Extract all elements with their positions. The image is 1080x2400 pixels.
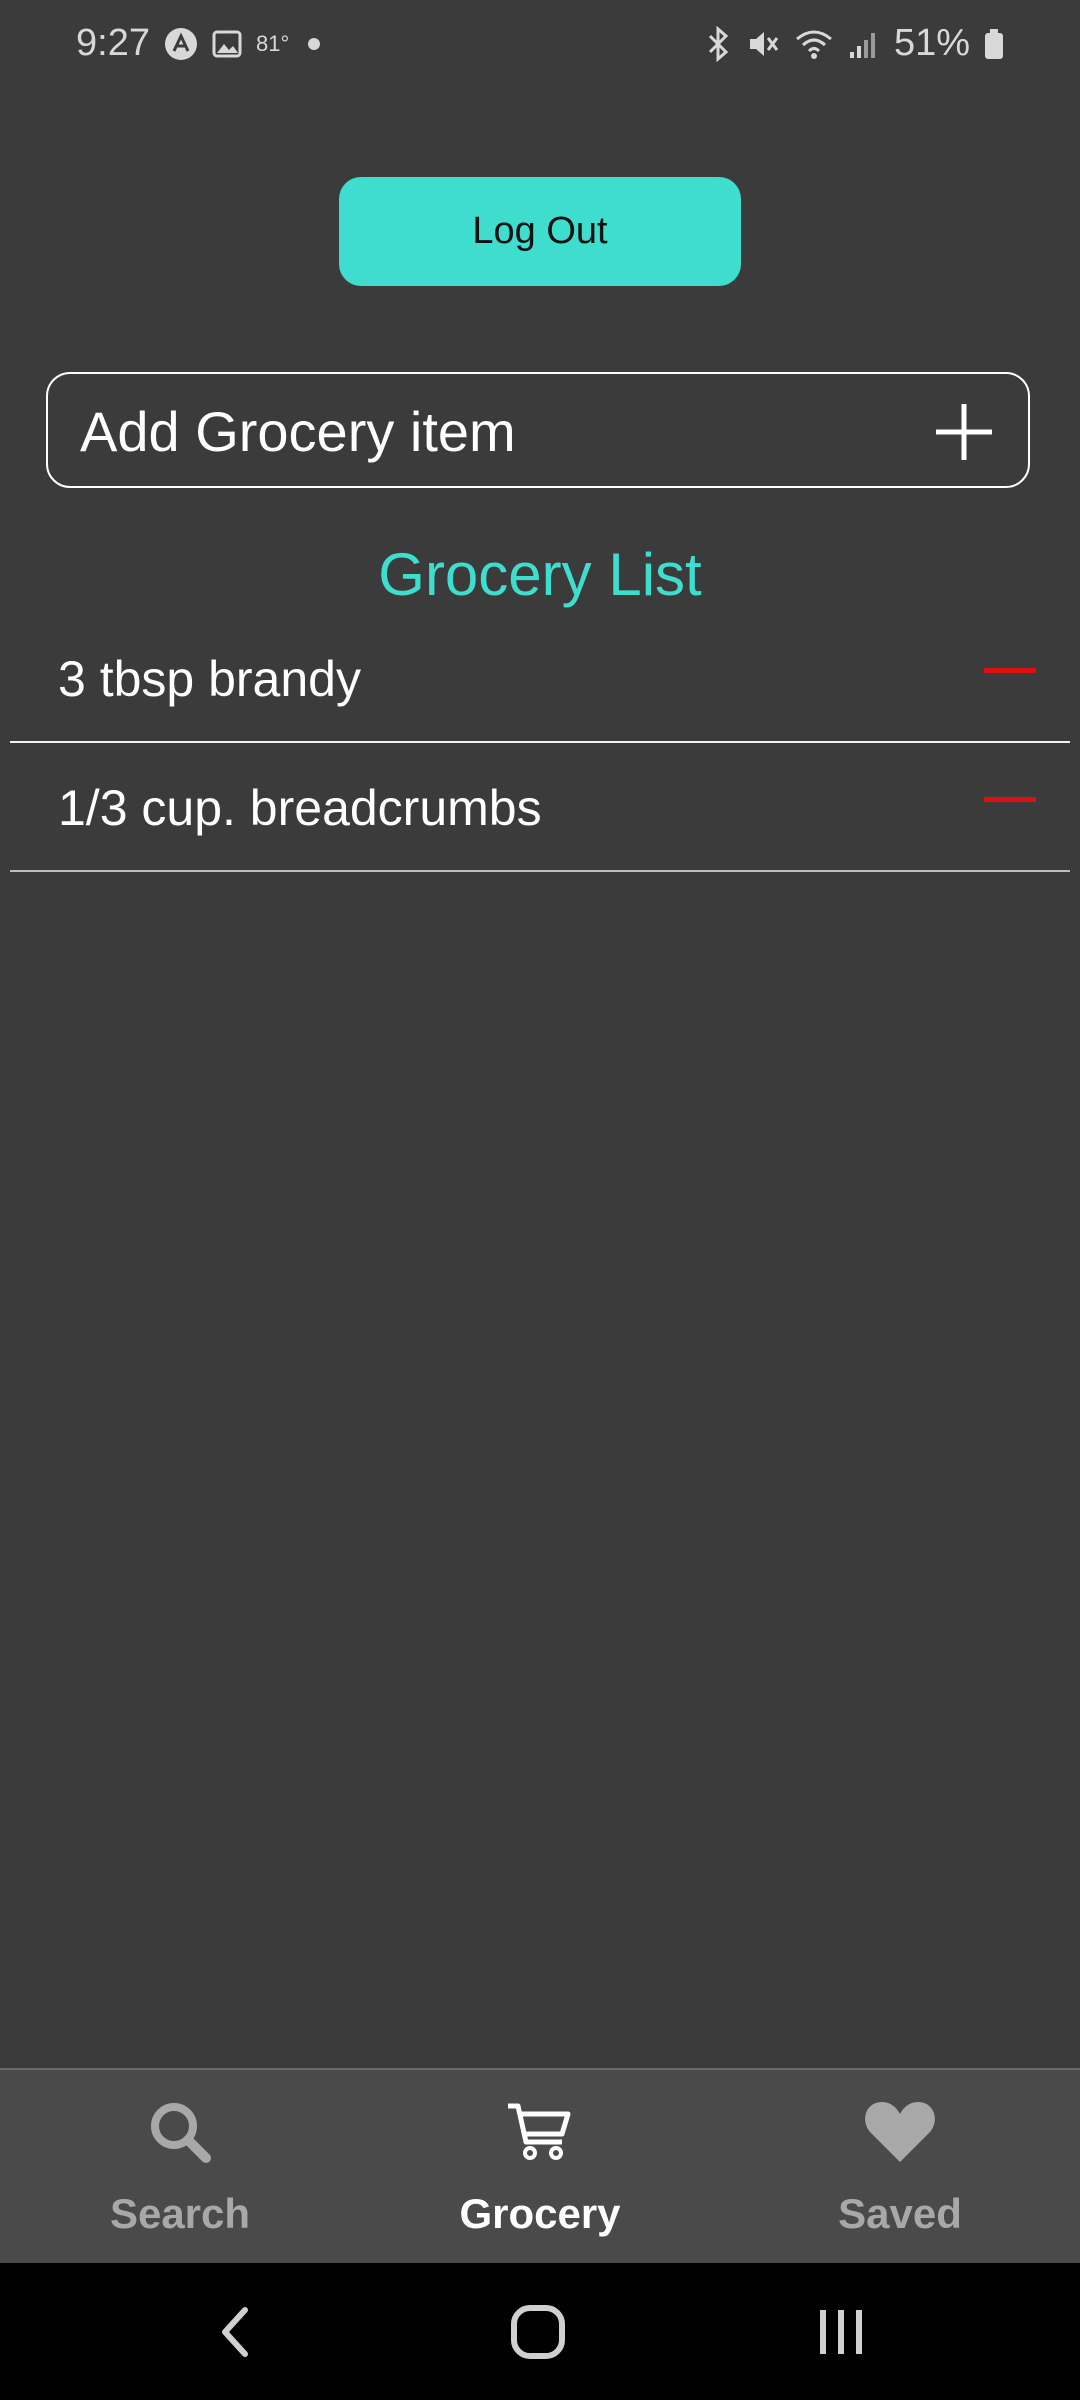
image-icon [212, 29, 242, 59]
temperature-text: 81° [255, 30, 290, 56]
system-nav-bar [0, 2263, 1080, 2400]
heart-icon [862, 2096, 938, 2173]
tab-label: Search [109, 2190, 251, 2237]
bluetooth-icon [704, 25, 732, 62]
search-icon [144, 2096, 216, 2173]
add-grocery-field [46, 372, 1030, 488]
status-bar: 9:27 81° 51% [0, 0, 1080, 92]
grocery-list-title: Grocery List [378, 541, 702, 608]
remove-item-button[interactable] [984, 789, 1036, 809]
grocery-list: 3 tbsp brandy 1/3 cup. breadcrumbs [10, 614, 1070, 872]
app-screen: 9:27 81° 51% Log Out Add Grocery item Gr… [0, 0, 1080, 2400]
plus-icon [936, 404, 992, 460]
cart-icon [504, 2096, 576, 2173]
bottom-tab-bar: Search Grocery Saved [0, 2068, 1080, 2263]
tab-saved[interactable]: Saved [720, 2070, 1080, 2265]
signal-icon [848, 28, 880, 60]
grocery-item-row: 1/3 cup. breadcrumbs [10, 743, 1070, 872]
minus-icon [984, 796, 1036, 802]
battery-icon [984, 28, 1004, 60]
minus-icon [984, 667, 1036, 673]
home-icon [511, 2304, 565, 2359]
recents-button[interactable] [741, 2263, 941, 2400]
wifi-icon [794, 27, 834, 61]
tab-search[interactable]: Search [0, 2070, 360, 2265]
remove-item-button[interactable] [984, 660, 1036, 680]
add-item-button[interactable] [934, 402, 994, 462]
home-button[interactable] [438, 2263, 638, 2400]
back-icon [222, 2306, 248, 2357]
status-right: 51% [704, 22, 1004, 65]
status-left: 9:27 81° [76, 22, 325, 65]
mute-icon [746, 27, 780, 61]
logout-button[interactable]: Log Out [339, 177, 741, 286]
tab-label: Grocery [459, 2190, 621, 2237]
tab-grocery[interactable]: Grocery [360, 2070, 720, 2265]
app-notification-icon [164, 27, 198, 61]
tab-label: Saved [838, 2190, 962, 2237]
battery-percent: 51% [893, 22, 970, 64]
status-time: 9:27 [76, 22, 150, 64]
grocery-item-label: 3 tbsp brandy [58, 651, 361, 707]
dot-icon [303, 33, 325, 55]
grocery-item-label: 1/3 cup. breadcrumbs [58, 780, 542, 836]
add-grocery-input[interactable] [78, 374, 922, 488]
grocery-item-row: 3 tbsp brandy [10, 614, 1070, 743]
recents-icon [820, 2309, 862, 2354]
back-button[interactable] [135, 2263, 335, 2400]
